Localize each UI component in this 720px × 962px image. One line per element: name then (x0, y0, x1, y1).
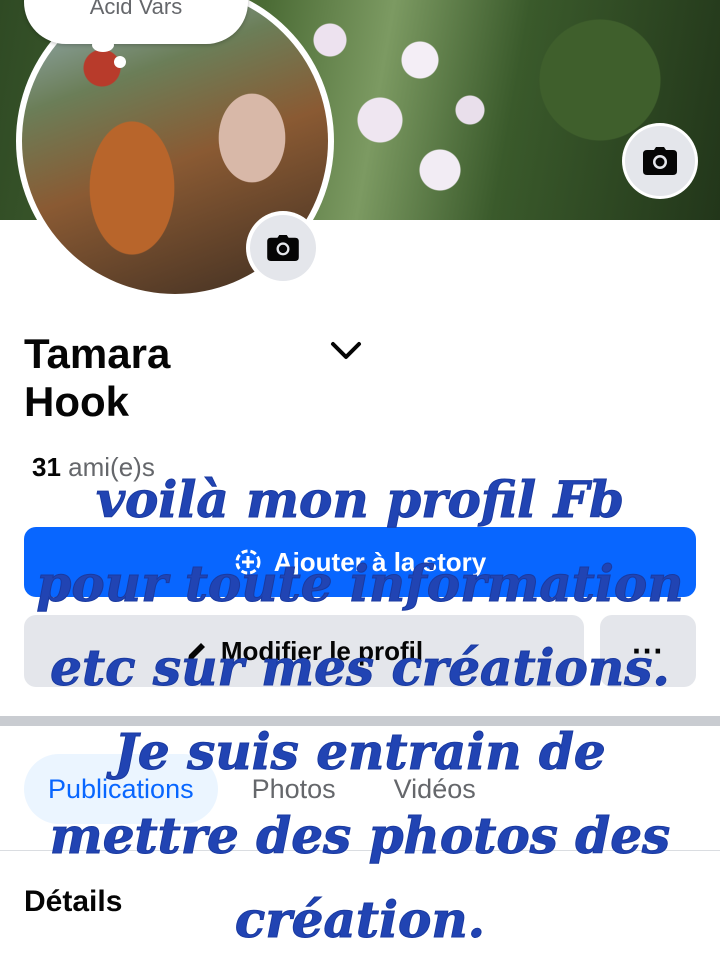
camera-icon (267, 235, 299, 261)
caption-line: etc sur mes créations. (50, 638, 671, 698)
caption-overlay: voilà mon profil Fb pour toute informati… (0, 458, 720, 962)
avatar-camera-button[interactable] (250, 215, 316, 281)
bubble-tail-large (92, 38, 114, 52)
status-bubble[interactable]: Acid Vars (24, 0, 248, 44)
caption-line: pour toute information (36, 554, 684, 614)
caption-line: voilà mon profil Fb (95, 470, 625, 530)
status-bubble-text: Acid Vars (89, 0, 183, 19)
caption-line: mettre des photos des (49, 806, 671, 866)
caption-line: Je suis entrain de (114, 722, 606, 782)
cover-camera-button[interactable] (625, 126, 695, 196)
chevron-down-icon[interactable] (328, 334, 364, 366)
camera-icon (643, 147, 677, 175)
bubble-tail-small (114, 56, 126, 68)
caption-line: création. (234, 890, 486, 950)
profile-name: Tamara Hook (24, 330, 171, 425)
